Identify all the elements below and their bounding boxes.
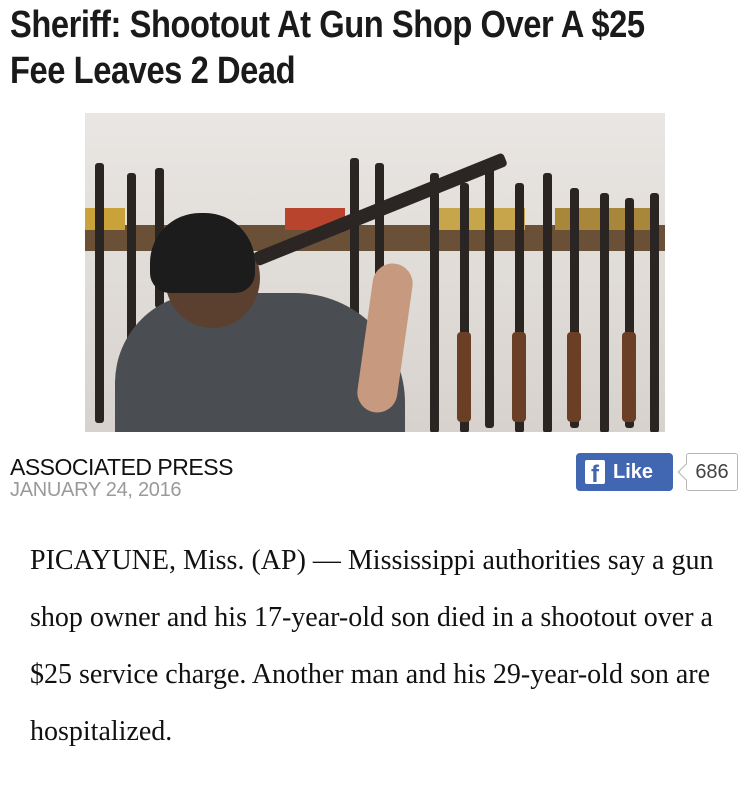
rifle: [430, 173, 439, 432]
article-title: Sheriff: Shootout At Gun Shop Over A $25…: [10, 4, 645, 92]
rifle-stock: [622, 332, 636, 422]
rifle-stock: [567, 332, 581, 422]
article-body: PICAYUNE, Miss. (AP) — Mississippi autho…: [30, 545, 714, 747]
article-photo: [85, 113, 665, 432]
rifle-stock: [512, 332, 526, 422]
byline-agency: ASSOCIATED PRESS: [10, 454, 233, 480]
like-label: Like: [613, 460, 654, 483]
rifle-stock: [457, 332, 471, 422]
byline: ASSOCIATED PRESS JANUARY 24, 2016: [10, 455, 233, 501]
rifle: [543, 173, 552, 432]
rifle: [650, 193, 659, 432]
product-box: [435, 208, 525, 230]
product-box: [85, 208, 125, 230]
man-arm: [354, 260, 416, 416]
facebook-icon: f: [585, 460, 605, 484]
rifle: [485, 168, 494, 428]
rifle: [600, 193, 609, 432]
facebook-like-button[interactable]: f Like: [576, 453, 673, 491]
byline-date: JANUARY 24, 2016: [10, 479, 182, 501]
like-count: 686: [686, 453, 738, 491]
rifle: [95, 163, 104, 423]
